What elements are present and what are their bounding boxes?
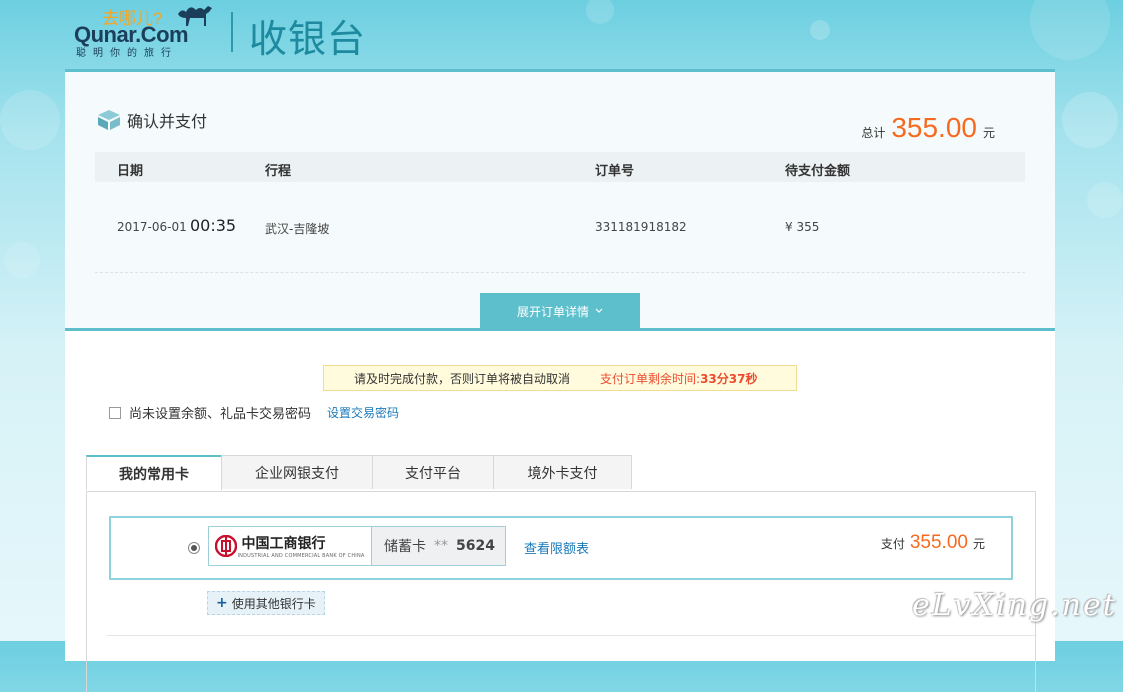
countdown-label: 支付订单剩余时间: [600, 371, 701, 386]
bank-name-wrap: 中国工商银行 INDUSTRIAL AND COMMERCIAL BANK OF… [237, 533, 364, 559]
pay-unit: 元 [972, 537, 985, 551]
camel-icon [178, 6, 212, 26]
expand-label: 展开订单详情 [516, 304, 589, 319]
password-checkbox[interactable] [109, 406, 121, 419]
header: 去哪儿? Qunar.Com 聪明你的旅行 收银台 [0, 0, 1123, 70]
column-date: 日期 [117, 164, 144, 179]
radio-selected-dot [191, 545, 197, 551]
password-label: 尚未设置余额、礼品卡交易密码 [129, 407, 312, 422]
payment-section: 请及时完成付款，否则订单将被自动取消 支付订单剩余时间: 33分37秒 尚未设置… [65, 328, 1055, 692]
countdown-value: 33分37秒 [700, 371, 758, 386]
card-type: 储蓄卡 [384, 539, 426, 555]
tab-content: 中国工商银行 INDUSTRIAL AND COMMERCIAL BANK OF… [86, 491, 1037, 692]
order-number: 331181918182 [595, 220, 687, 234]
password-row: 尚未设置余额、礼品卡交易密码 设置交易密码 [109, 403, 399, 422]
column-amount: 待支付金额 [785, 164, 851, 179]
order-table-header: 日期 行程 订单号 待支付金额 [95, 152, 1025, 182]
tab-overseas-card[interactable]: 境外卡支付 [493, 455, 632, 489]
card-radio[interactable] [188, 542, 200, 554]
order-route: 武汉-吉隆坡 [265, 222, 330, 236]
use-other-card-button[interactable]: + 使用其他银行卡 [207, 591, 325, 615]
divider [107, 635, 1037, 636]
card-mask: ** [434, 538, 448, 554]
order-panel: 确认并支付 总计 355.00 元 日期 行程 订单号 待支付金额 2017-0… [65, 69, 1055, 692]
other-card-label: 使用其他银行卡 [231, 596, 316, 611]
chevron-down-icon [595, 308, 603, 313]
bank-name-en: INDUSTRIAL AND COMMERCIAL BANK OF CHINA [237, 553, 365, 559]
pay-amount: 355.00 [909, 532, 968, 553]
payment-tabs: 我的常用卡 企业网银支付 支付平台 境外卡支付 [86, 455, 632, 490]
card-pay-amount: 支付 355.00 元 [881, 532, 985, 554]
payment-notice: 请及时完成付款，否则订单将被自动取消 支付订单剩余时间: 33分37秒 [323, 365, 797, 391]
plus-icon: + [216, 595, 228, 611]
pay-label: 支付 [880, 537, 905, 551]
confirm-section-title: 确认并支付 [97, 108, 207, 132]
page-title: 收银台 [249, 17, 367, 61]
set-password-link[interactable]: 设置交易密码 [327, 404, 399, 421]
total-unit: 元 [982, 126, 995, 140]
bank-logo: 中国工商银行 INDUSTRIAL AND COMMERCIAL BANK OF… [209, 527, 372, 565]
logo-slogan: 聪明你的旅行 [76, 48, 178, 59]
order-time: 00:35 [190, 216, 237, 235]
icbc-logo-icon [215, 535, 238, 557]
tab-my-cards[interactable]: 我的常用卡 [86, 455, 222, 490]
total-label: 总计 [861, 126, 886, 140]
box-icon [98, 110, 120, 130]
total-amount: 355.00 [891, 112, 977, 143]
card-info: 储蓄卡 ** 5624 [372, 527, 505, 565]
expand-order-details-button[interactable]: 展开订单详情 [480, 293, 640, 329]
column-route: 行程 [265, 164, 292, 179]
order-amount: ¥ 355 [785, 220, 820, 234]
confirm-title-text: 确认并支付 [127, 112, 208, 131]
order-date: 2017-06-01 [117, 220, 187, 234]
view-limit-link[interactable]: 查看限额表 [524, 538, 589, 557]
header-divider [231, 12, 233, 52]
notice-text: 请及时完成付款，否则订单将被自动取消 [354, 371, 571, 386]
bank-name: 中国工商银行 [241, 536, 326, 552]
order-total: 总计 355.00 元 [861, 112, 995, 144]
qunar-logo[interactable]: 去哪儿? Qunar.Com 聪明你的旅行 [74, 2, 214, 59]
column-order-no: 订单号 [595, 164, 635, 179]
watermark: eLvXing.net [912, 588, 1117, 623]
table-row: 2017-06-01 00:35 武汉-吉隆坡 331181918182 ¥ 3… [95, 202, 1025, 273]
card-last4: 5624 [456, 538, 495, 554]
saved-card-row[interactable]: 中国工商银行 INDUSTRIAL AND COMMERCIAL BANK OF… [109, 516, 1013, 580]
tab-corporate-banking[interactable]: 企业网银支付 [221, 455, 373, 489]
bank-card-box[interactable]: 中国工商银行 INDUSTRIAL AND COMMERCIAL BANK OF… [208, 526, 506, 566]
tab-payment-platform[interactable]: 支付平台 [372, 455, 494, 489]
